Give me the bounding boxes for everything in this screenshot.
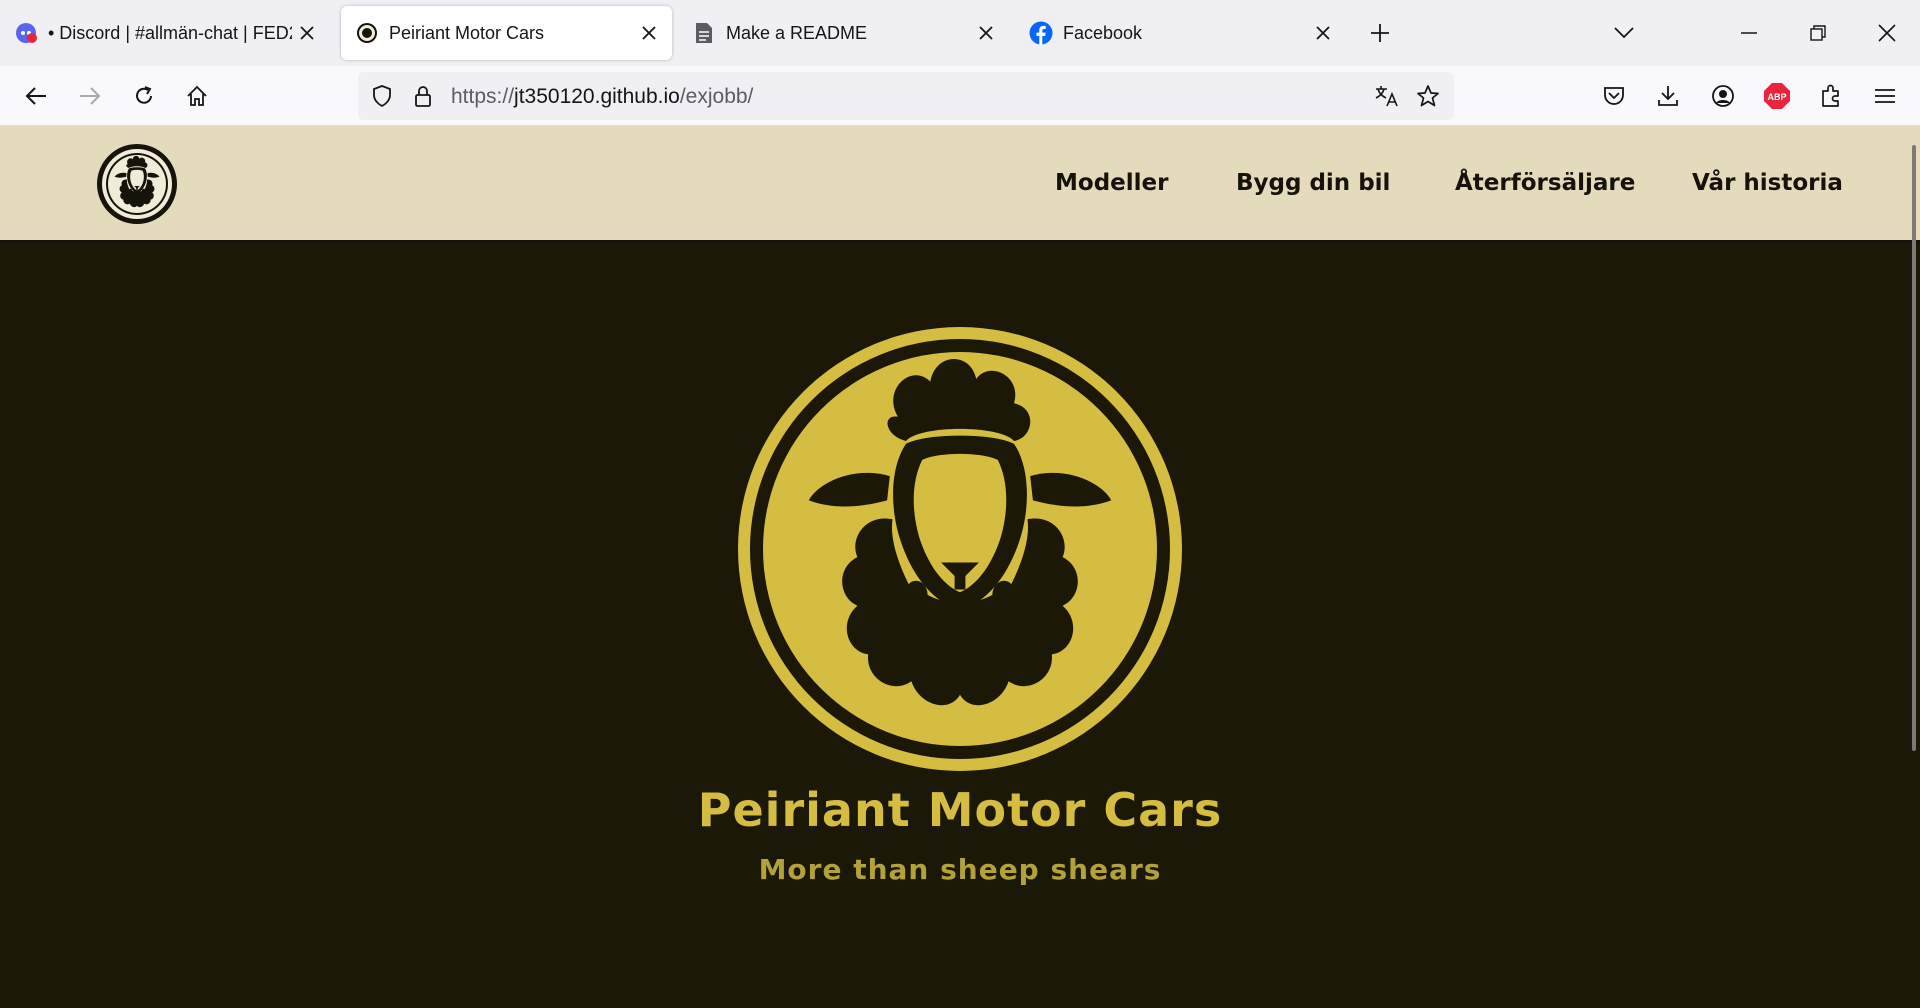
url-host: jt350120.github.io <box>514 85 680 108</box>
sheep-emblem-icon <box>738 327 1182 771</box>
close-window-icon[interactable] <box>1872 18 1902 48</box>
tab-discord[interactable]: • Discord | #allmän-chat | FED2 <box>0 6 330 60</box>
browser-tab-bar: • Discord | #allmän-chat | FED2 Peiriant… <box>0 0 1920 66</box>
close-tab-icon[interactable] <box>1308 18 1338 48</box>
tab-title: Make a README <box>726 22 868 43</box>
discord-icon <box>14 21 38 45</box>
account-icon[interactable] <box>1706 79 1740 113</box>
tracking-shield-icon[interactable] <box>369 84 395 108</box>
tab-peiriant[interactable]: Peiriant Motor Cars <box>341 6 672 60</box>
downloads-icon[interactable] <box>1651 79 1685 113</box>
tab-title: Peiriant Motor Cars <box>389 22 545 43</box>
address-bar[interactable]: https://jt350120.github.io/exjobb/ <box>358 72 1454 120</box>
svg-text:ABP: ABP <box>1767 92 1786 102</box>
forward-arrow-icon[interactable] <box>73 79 107 113</box>
url-text: https://jt350120.github.io/exjobb/ <box>451 85 753 109</box>
translate-icon[interactable] <box>1374 84 1400 108</box>
tab-title: • Discord | #allmän-chat | FED2 <box>48 22 292 43</box>
minimize-icon[interactable] <box>1734 18 1764 48</box>
tab-readme[interactable]: Make a README <box>678 6 1009 60</box>
document-icon <box>692 21 716 45</box>
nav-link-models[interactable]: Modeller <box>1055 170 1168 196</box>
nav-link-dealers[interactable]: Återförsäljare <box>1455 170 1635 196</box>
reload-icon[interactable] <box>127 79 161 113</box>
site-header: Modeller Bygg din bil Återförsäljare Vår… <box>0 126 1920 243</box>
home-icon[interactable] <box>180 79 214 113</box>
list-tabs-chevron-icon[interactable] <box>1609 18 1639 48</box>
url-path: /exjobb/ <box>679 85 754 108</box>
close-tab-icon[interactable] <box>634 18 664 48</box>
nav-link-build[interactable]: Bygg din bil <box>1236 170 1390 196</box>
tab-facebook[interactable]: Facebook <box>1015 6 1346 60</box>
menu-hamburger-icon[interactable] <box>1868 79 1902 113</box>
facebook-icon <box>1029 21 1053 45</box>
tab-title: Facebook <box>1063 22 1143 43</box>
adblock-plus-icon[interactable]: ABP <box>1760 79 1794 113</box>
hero-section: Peiriant Motor Cars More than sheep shea… <box>0 243 1920 1008</box>
back-arrow-icon[interactable] <box>19 79 53 113</box>
hero-subtitle: More than sheep shears <box>758 853 1162 886</box>
sheep-favicon-icon <box>355 21 379 45</box>
new-tab-icon[interactable] <box>1365 18 1395 48</box>
extensions-icon[interactable] <box>1814 79 1848 113</box>
sheep-logo-icon[interactable] <box>96 143 178 225</box>
url-scheme: https:// <box>451 85 515 108</box>
bookmark-star-icon[interactable] <box>1415 84 1441 108</box>
close-tab-icon[interactable] <box>292 18 322 48</box>
close-tab-icon[interactable] <box>971 18 1001 48</box>
restore-icon[interactable] <box>1803 18 1833 48</box>
hero-title: Peiriant Motor Cars <box>697 783 1223 837</box>
browser-toolbar: https://jt350120.github.io/exjobb/ ABP <box>0 66 1920 126</box>
pocket-icon[interactable] <box>1597 79 1631 113</box>
page-scrollbar[interactable] <box>1912 145 1916 751</box>
lock-icon[interactable] <box>410 84 436 108</box>
nav-link-history[interactable]: Vår historia <box>1692 170 1843 196</box>
